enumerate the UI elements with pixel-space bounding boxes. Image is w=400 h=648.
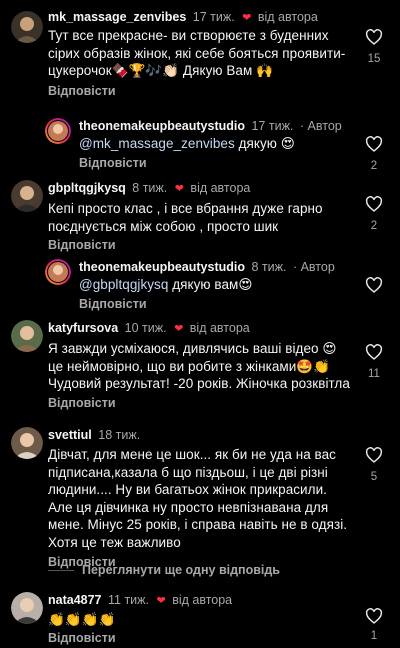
username[interactable]: gbpltqgjkysq — [48, 181, 126, 195]
liked-by-author-label: від автора — [257, 10, 318, 24]
comment-text: 👏👏👏👏 — [48, 612, 116, 627]
comment-text: Кепі просто клас , і все вбрання дуже га… — [48, 201, 323, 234]
username[interactable]: svettiul — [48, 428, 92, 442]
heart-outline-icon[interactable] — [365, 196, 383, 212]
username[interactable]: nata4877 — [48, 593, 102, 607]
view-more-replies-label[interactable]: Переглянути ще одну відповідь — [82, 563, 280, 577]
liked-by-author-label: від автора — [172, 593, 233, 607]
username[interactable]: katyfursova — [48, 321, 118, 335]
heart-outline-icon[interactable] — [365, 277, 383, 293]
liked-by-author-label: від автора — [190, 181, 251, 195]
comment-text: @mk_massage_zenvibes дякую 😍 — [79, 136, 295, 151]
like-count: 2 — [370, 160, 378, 172]
avatar[interactable] — [11, 180, 43, 212]
avatar[interactable] — [11, 320, 43, 352]
heart-outline-icon[interactable] — [365, 29, 383, 45]
avatar[interactable] — [45, 259, 71, 285]
reply-button[interactable]: Відповісти — [48, 631, 116, 645]
liked-by-author-label: від автора — [189, 321, 250, 335]
comment-text: Я завжди усміхаюся, дивлячись ваші відео… — [48, 341, 350, 392]
mention-link[interactable]: @mk_massage_zenvibes — [79, 136, 235, 151]
like-count: 11 — [368, 368, 380, 380]
heart-outline-icon[interactable] — [365, 608, 383, 624]
like-button[interactable]: 15 — [362, 29, 386, 65]
like-button[interactable]: 11 — [362, 344, 386, 380]
view-more-replies[interactable]: Переглянути ще одну відповідь — [48, 563, 280, 577]
like-count: 5 — [370, 471, 378, 483]
timestamp: 18 тиж. — [98, 428, 141, 442]
username[interactable]: theonemakeupbeautystudio — [79, 260, 245, 274]
username[interactable]: mk_massage_zenvibes — [48, 10, 186, 24]
reply-button[interactable]: Відповісти — [48, 84, 116, 98]
like-button[interactable]: 2 — [362, 136, 386, 172]
heart-outline-icon[interactable] — [365, 136, 383, 152]
reply-button[interactable]: Відповісти — [79, 297, 147, 311]
like-button[interactable]: 5 — [362, 447, 386, 483]
like-button[interactable]: 1 — [362, 608, 386, 642]
heart-outline-icon[interactable] — [365, 447, 383, 463]
timestamp: 8 тиж. — [132, 181, 168, 195]
comment-text: Тут все прекрасне- ви створюєте з буденн… — [48, 28, 346, 79]
author-liked-heart-icon: ❤ — [156, 595, 166, 607]
timestamp: 10 тиж. — [124, 321, 167, 335]
timestamp: 17 тиж. — [192, 10, 235, 24]
timestamp: 17 тиж. — [251, 119, 294, 133]
avatar[interactable] — [11, 11, 43, 43]
like-count: 2 — [370, 220, 378, 232]
like-count: 1 — [370, 630, 378, 642]
author-liked-heart-icon: ❤ — [242, 12, 252, 24]
avatar[interactable] — [45, 118, 71, 144]
author-badge: · Автор — [299, 119, 342, 133]
timestamp: 8 тиж. — [251, 260, 287, 274]
timestamp: 11 тиж. — [108, 593, 149, 607]
avatar[interactable] — [11, 592, 43, 624]
like-count: 15 — [367, 53, 381, 65]
author-liked-heart-icon: ❤ — [174, 183, 184, 195]
mention-link[interactable]: @gbpltqgjkysq — [79, 277, 168, 292]
author-badge: · Автор — [292, 260, 335, 274]
reply-button[interactable]: Відповісти — [48, 396, 116, 410]
heart-outline-icon[interactable] — [365, 344, 383, 360]
comment-text: Дівчат, для мене це шок... як би не уда … — [48, 447, 348, 550]
reply-button[interactable]: Відповісти — [48, 238, 116, 252]
username[interactable]: theonemakeupbeautystudio — [79, 119, 245, 133]
author-liked-heart-icon: ❤ — [174, 323, 184, 335]
comment-text: @gbpltqgjkysq дякую вам😍 — [79, 277, 253, 292]
like-button[interactable] — [362, 277, 386, 293]
like-button[interactable]: 2 — [362, 196, 386, 232]
reply-button[interactable]: Відповісти — [79, 156, 147, 170]
avatar[interactable] — [11, 427, 43, 459]
divider — [48, 569, 74, 571]
